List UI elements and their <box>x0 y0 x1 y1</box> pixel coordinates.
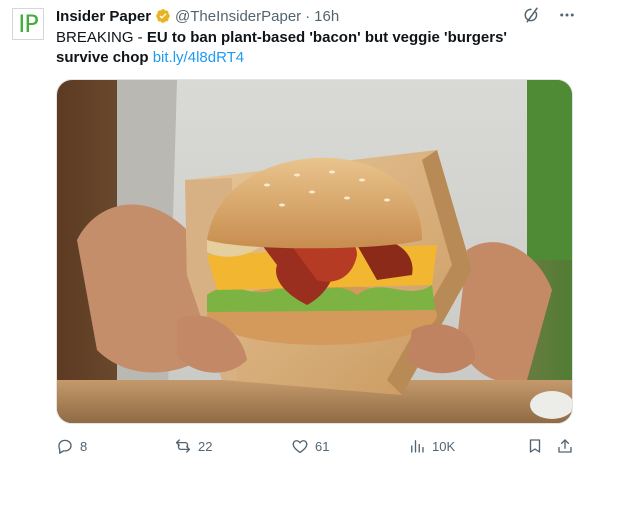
display-name[interactable]: Insider Paper <box>56 8 151 25</box>
handle[interactable]: @TheInsiderPaper <box>175 8 301 25</box>
top-actions <box>522 6 576 24</box>
like-count: 61 <box>315 438 330 454</box>
reply-icon <box>58 439 72 454</box>
tweet-header: Insider Paper @TheInsiderPaper · 16h <box>56 6 339 26</box>
heart-icon <box>292 440 308 454</box>
views-count: 10K <box>432 438 456 454</box>
bookmark-button[interactable] <box>526 437 544 455</box>
more-options-icon[interactable] <box>558 6 576 24</box>
repost-button[interactable]: 22 <box>174 437 212 455</box>
repost-count: 22 <box>198 438 213 454</box>
tweet-photo[interactable] <box>56 79 573 424</box>
burger-photo-image <box>57 80 572 423</box>
bookmark-icon <box>529 439 541 453</box>
share-icon <box>558 439 572 453</box>
repost-icon <box>175 439 191 453</box>
reply-count: 8 <box>80 438 88 454</box>
tweet-actions: 8 22 61 10K <box>56 437 576 459</box>
separator-dot: · <box>305 7 311 25</box>
like-button[interactable]: 61 <box>291 437 329 455</box>
avatar-logo-text: IP <box>18 10 39 38</box>
tweet[interactable]: IP Insider Paper @TheInsiderPaper · 16h … <box>0 0 622 507</box>
tweet-link[interactable]: bit.ly/4l8dRT4 <box>153 49 244 66</box>
avatar[interactable]: IP <box>12 8 44 40</box>
reply-button[interactable]: 8 <box>56 437 87 455</box>
share-button[interactable] <box>556 437 574 455</box>
tweet-text: BREAKING - EU to ban plant-based 'bacon'… <box>56 28 562 68</box>
timestamp[interactable]: 16h <box>314 8 339 25</box>
verified-badge-icon[interactable] <box>155 8 171 24</box>
views-bar-chart-icon <box>411 440 424 453</box>
grok-icon[interactable] <box>522 6 540 24</box>
views-button[interactable]: 10K <box>408 437 455 455</box>
tweet-prefix: BREAKING - <box>56 29 147 46</box>
